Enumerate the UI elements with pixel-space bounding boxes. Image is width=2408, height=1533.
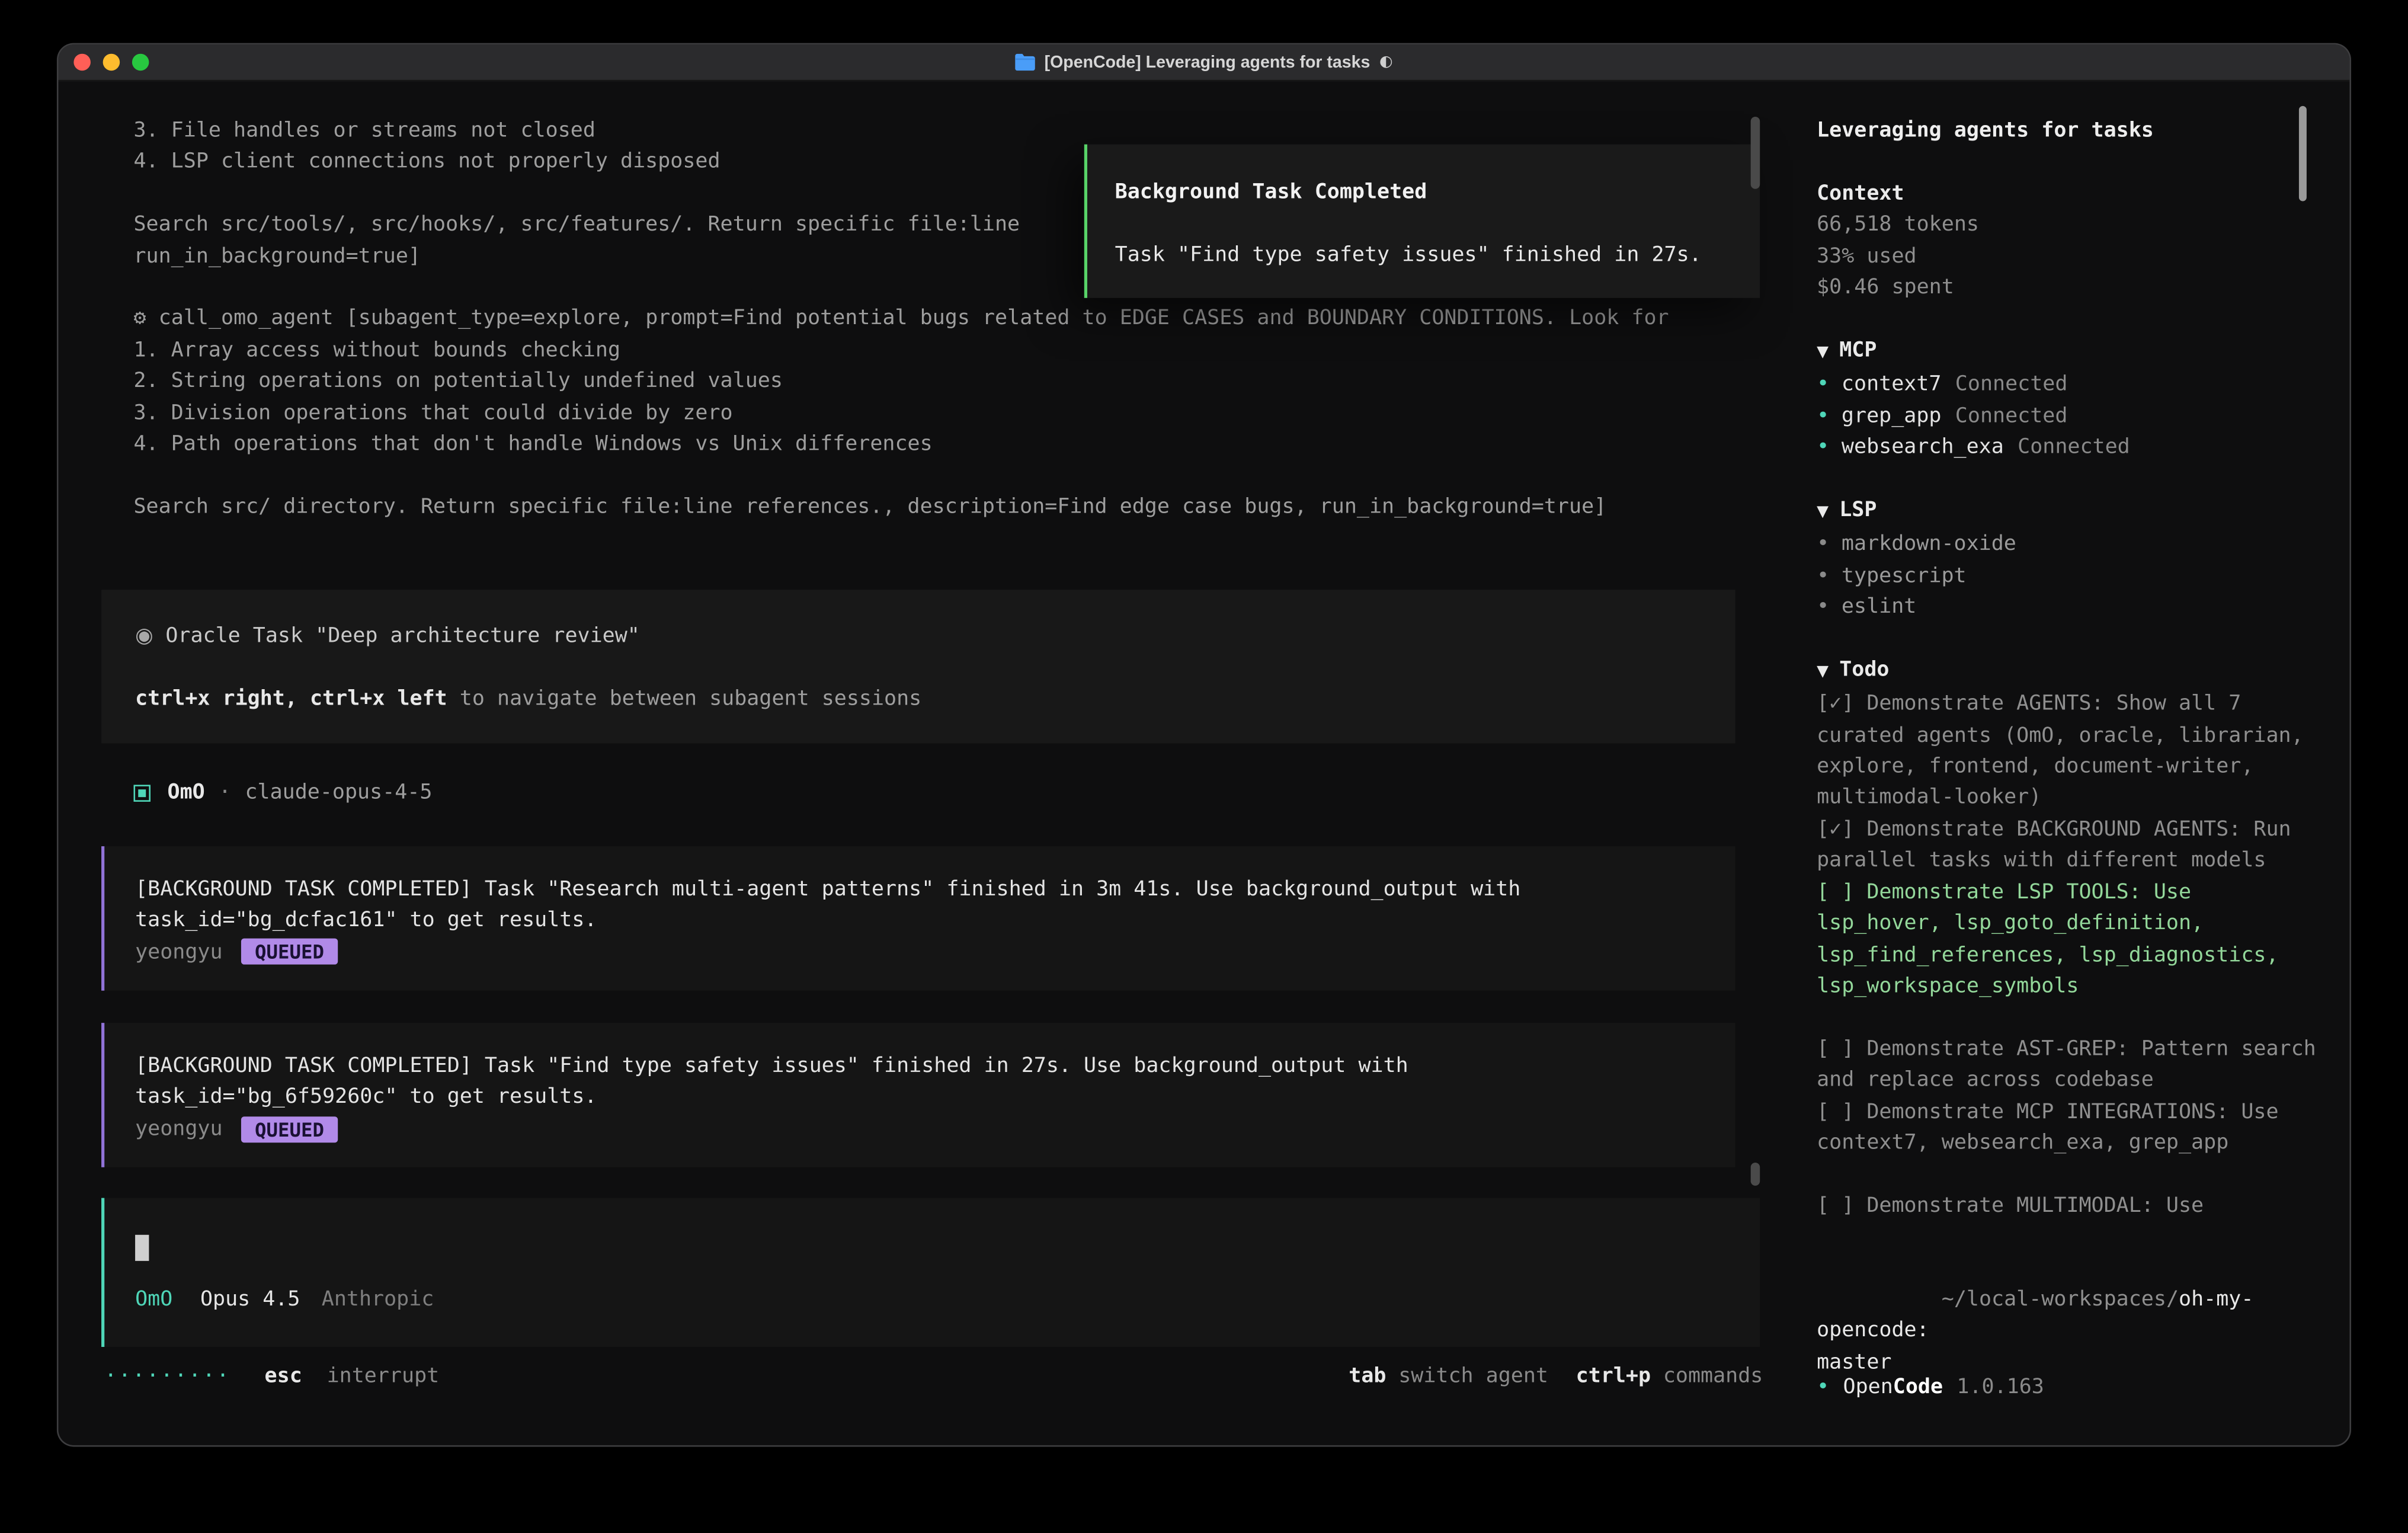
lsp-item: •eslint	[1817, 591, 2322, 623]
context-tokens: 66,518 tokens	[1817, 209, 2322, 241]
tool-call-header: ⚙ call_omo_agent [subagent_type=explore,…	[58, 303, 1794, 335]
input-agent-label: OmO	[135, 1284, 172, 1316]
lsp-item: •markdown-oxide	[1817, 529, 2322, 560]
window-title-text: [OpenCode] Leveraging agents for tasks	[1045, 53, 1370, 71]
mcp-item: •grep_appConnected	[1817, 400, 2322, 431]
titlebar[interactable]: [OpenCode] Leveraging agents for tasks ◐	[58, 44, 2349, 81]
window-controls	[73, 44, 149, 80]
navigation-hint: ctrl+x right, ctrl+x left to navigate be…	[135, 683, 1705, 715]
status-right: tab switch agent ctrl+p commands	[1349, 1361, 1763, 1392]
bullet-icon: •	[1817, 1371, 1829, 1402]
toast-title: Background Task Completed	[1115, 177, 1738, 208]
background-task-toast[interactable]: Background Task Completed Task "Find typ…	[1084, 145, 1760, 298]
tool-call-line: 3. Division operations that could divide…	[58, 397, 1794, 428]
bullet-icon: •	[1817, 591, 1829, 623]
status-left: ········· esc interrupt	[104, 1361, 439, 1392]
main-scrollbar-thumb[interactable]	[1751, 1163, 1760, 1186]
bullet-icon: •	[1817, 529, 1829, 560]
queued-badge: QUEUED	[241, 939, 338, 965]
status-bar: ········· esc interrupt tab switch agent…	[58, 1361, 1794, 1392]
lsp-item: •typescript	[1817, 560, 2322, 591]
todo-item: [ ] Demonstrate MCP INTEGRATIONS: Use co…	[1817, 1096, 2322, 1158]
message-text: task_id="bg_dcfac161" to get results.	[135, 905, 1705, 936]
tool-call-line: 4. Path operations that don't handle Win…	[58, 428, 1794, 460]
agent-header: OmO · claude-opus-4-5	[133, 778, 1794, 809]
gear-icon: ⚙	[133, 306, 146, 331]
todo-item: [✓] Demonstrate BACKGROUND AGENTS: Run p…	[1817, 814, 2322, 876]
chevron-down-icon: ▼	[1817, 344, 1829, 361]
tool-call-line: 1. Array access without bounds checking	[58, 335, 1794, 366]
zoom-window-button[interactable]	[132, 54, 149, 71]
terminal-window: [OpenCode] Leveraging agents for tasks ◐…	[58, 44, 2349, 1445]
todo-heading[interactable]: ▼Todo	[1817, 654, 2322, 689]
todo-list: [✓] Demonstrate AGENTS: Show all 7 curat…	[1817, 689, 2322, 1221]
input-model-label: Opus 4.5	[200, 1284, 300, 1316]
message-block: [BACKGROUND TASK COMPLETED] Task "Find t…	[101, 1023, 1735, 1167]
sidebar-scrollbar-thumb[interactable]	[2299, 106, 2307, 201]
mcp-item: •websearch_exaConnected	[1817, 431, 2322, 463]
close-window-button[interactable]	[73, 54, 91, 71]
todo-item: [ ] Demonstrate MULTIMODAL: Use	[1817, 1190, 2322, 1221]
text-cursor	[135, 1236, 149, 1262]
lsp-heading[interactable]: ▼LSP	[1817, 494, 2322, 529]
context-spent: $0.46 spent	[1817, 272, 2322, 303]
separator-dot: ·	[219, 778, 231, 809]
chevron-down-icon: ▼	[1817, 504, 1829, 521]
message-block: [BACKGROUND TASK COMPLETED] Task "Resear…	[101, 846, 1735, 991]
mcp-heading[interactable]: ▼MCP	[1817, 335, 2322, 369]
main-pane: 3. File handles or streams not closed 4.…	[58, 81, 1794, 1445]
message-text: [BACKGROUND TASK COMPLETED] Task "Find t…	[135, 1051, 1705, 1082]
agent-square-icon	[133, 785, 150, 802]
context-used: 33% used	[1817, 241, 2322, 272]
context-heading: Context	[1817, 178, 2322, 209]
session-title: Leveraging agents for tasks	[1817, 115, 2322, 146]
sidebar: Leveraging agents for tasks Context 66,5…	[1794, 81, 2349, 1445]
oracle-task-panel: ◉Oracle Task "Deep architecture review" …	[101, 590, 1735, 744]
tool-call-line: 2. String operations on potentially unde…	[58, 366, 1794, 397]
agent-name: OmO	[168, 778, 205, 809]
app-version: • OpenCode 1.0.163	[1817, 1371, 2044, 1402]
todo-item: [ ] Demonstrate LSP TOOLS: Use lsp_hover…	[1817, 876, 2322, 1002]
mcp-item: •context7Connected	[1817, 369, 2322, 401]
message-text: task_id="bg_6f59260c" to get results.	[135, 1082, 1705, 1113]
bullet-icon: •	[1817, 431, 1829, 463]
window-title: [OpenCode] Leveraging agents for tasks ◐	[1015, 53, 1392, 71]
minimize-window-button[interactable]	[103, 54, 120, 71]
workspace-path: ~/local-workspaces/oh-my-opencode:master	[1817, 1253, 2322, 1441]
bullet-icon: •	[1817, 369, 1829, 401]
oracle-task-title: ◉Oracle Task "Deep architecture review"	[135, 621, 1705, 652]
toast-body: Task "Find type safety issues" finished …	[1115, 239, 1738, 271]
record-icon: ◉	[135, 624, 153, 648]
todo-item: [✓] Demonstrate AGENTS: Show all 7 curat…	[1817, 689, 2322, 814]
agent-model: claude-opus-4-5	[245, 778, 432, 809]
todo-item: [ ] Demonstrate AST-GREP: Pattern search…	[1817, 1033, 2322, 1096]
message-text: [BACKGROUND TASK COMPLETED] Task "Resear…	[135, 873, 1705, 905]
ctrlp-key-hint: ctrl+p	[1576, 1361, 1651, 1392]
spinner-icon: ◐	[1379, 54, 1393, 71]
tool-call-footer: Search src/ directory. Return specific f…	[58, 491, 1794, 523]
bullet-icon: •	[1817, 560, 1829, 591]
queued-badge: QUEUED	[241, 1116, 338, 1142]
message-author: yeongyu	[135, 1113, 222, 1145]
folder-icon	[1015, 54, 1035, 71]
esc-key-hint: esc	[265, 1364, 302, 1388]
message-author: yeongyu	[135, 936, 222, 968]
progress-dots: ·········	[104, 1364, 230, 1388]
desktop: [OpenCode] Leveraging agents for tasks ◐…	[0, 0, 2408, 1533]
log-line: 3. File handles or streams not closed	[58, 115, 1794, 146]
bullet-icon: •	[1817, 400, 1829, 431]
prompt-input[interactable]: OmO Opus 4.5 Anthropic	[101, 1198, 1760, 1346]
input-provider-label: Anthropic	[322, 1284, 434, 1316]
main-scrollbar-thumb[interactable]	[1751, 117, 1760, 189]
chevron-down-icon: ▼	[1817, 663, 1829, 680]
tab-key-hint: tab	[1349, 1361, 1386, 1392]
